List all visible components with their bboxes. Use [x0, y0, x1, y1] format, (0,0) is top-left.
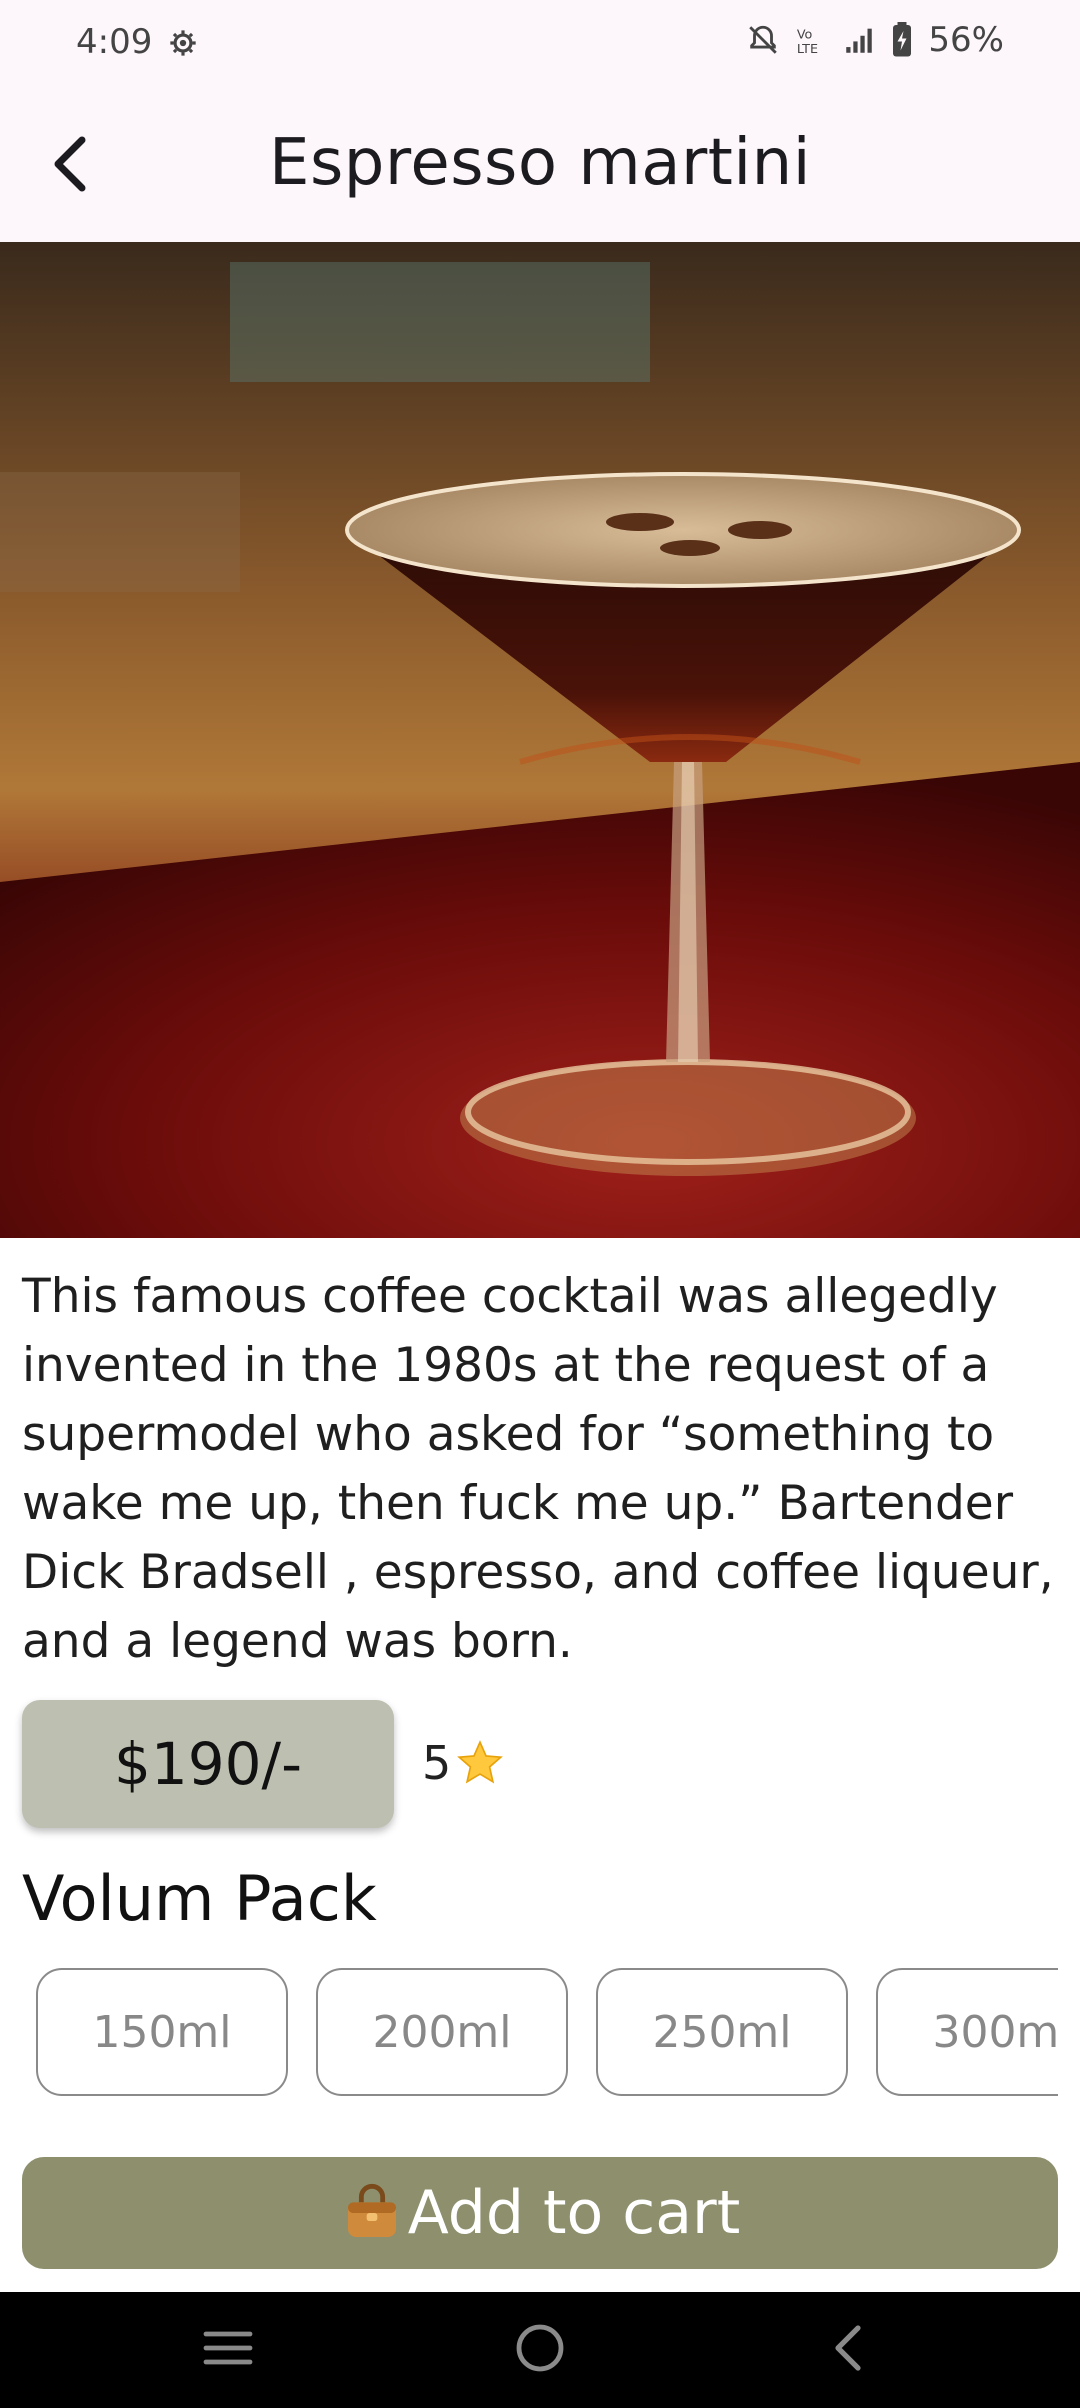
description-text: This famous coffee cocktail was allegedl…	[22, 1269, 1054, 1669]
home-circle-icon	[514, 2322, 566, 2378]
shopping-bag-icon	[340, 2181, 404, 2245]
volume-option-150ml[interactable]: 150ml	[36, 1968, 288, 2096]
volte-icon: Vo LTE	[794, 23, 828, 57]
rating: 5	[422, 1736, 505, 1790]
home-button[interactable]	[504, 2314, 576, 2386]
volume-option-250ml[interactable]: 250ml	[596, 1968, 848, 2096]
star-icon	[455, 1738, 505, 1788]
battery-percent: 56%	[928, 20, 1004, 60]
add-to-cart-label: Add to cart	[407, 2178, 741, 2248]
svg-text:LTE: LTE	[797, 42, 818, 57]
add-to-cart-button[interactable]: Add to cart	[22, 2157, 1058, 2269]
system-back-button[interactable]	[812, 2314, 884, 2386]
app-bar: Espresso martini	[0, 88, 1080, 242]
volume-option-300ml[interactable]: 300ml	[876, 1968, 1058, 2096]
price-badge: $190/-	[22, 1700, 394, 1828]
settings-gear-icon	[164, 24, 202, 62]
volume-pack-title: Volum Pack	[22, 1862, 377, 1935]
system-nav-bar	[0, 2292, 1080, 2408]
espresso-martini-glass-image	[0, 242, 1080, 1238]
recent-apps-button[interactable]	[192, 2314, 264, 2386]
battery-charging-icon	[890, 22, 914, 58]
page-title: Espresso martini	[269, 126, 811, 200]
menu-lines-icon	[202, 2326, 254, 2374]
svg-text:Vo: Vo	[797, 28, 813, 43]
back-arrow-icon	[828, 2322, 868, 2378]
signal-icon	[842, 23, 876, 57]
status-time: 4:09	[76, 22, 153, 62]
status-bar: 4:09 Vo LTE 56%	[0, 0, 1080, 88]
bell-muted-icon	[746, 23, 780, 57]
rating-value: 5	[422, 1736, 452, 1790]
volume-option-200ml[interactable]: 200ml	[316, 1968, 568, 2096]
volume-options-row[interactable]: 150ml 200ml 250ml 300ml	[22, 1966, 1058, 2102]
